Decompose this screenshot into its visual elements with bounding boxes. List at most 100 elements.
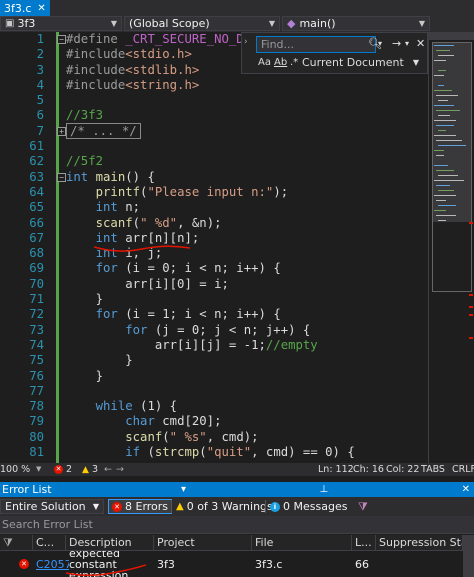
code-line[interactable]: int n; bbox=[66, 200, 428, 215]
errors-filter-button[interactable]: ✕ 8 Errors bbox=[108, 499, 173, 514]
code-line[interactable]: arr[i][j] = -1;//empty bbox=[66, 338, 428, 353]
column-header-description[interactable]: Description bbox=[66, 535, 154, 551]
error-list-scrollbar[interactable] bbox=[463, 535, 474, 577]
error-list-search-input[interactable]: Search Error List bbox=[0, 516, 474, 534]
error-icon: ✕ bbox=[19, 559, 29, 569]
errors-filter-label: 8 Errors bbox=[125, 500, 169, 513]
column-header-suppression[interactable]: Suppression Sta bbox=[376, 535, 463, 551]
code-line[interactable]: arr[i][0] = i; bbox=[66, 277, 428, 292]
chevron-down-icon[interactable]: ▾ bbox=[181, 484, 186, 495]
code-line[interactable]: #include<string.h> bbox=[66, 78, 428, 93]
scope-dropdown[interactable]: (Global Scope) ▼ bbox=[124, 16, 280, 31]
match-case-toggle[interactable]: Aa bbox=[258, 57, 271, 68]
column-header-line[interactable]: L... bbox=[352, 535, 376, 551]
clear-filter-button[interactable]: ⧩ bbox=[355, 499, 371, 514]
chevron-down-icon[interactable]: ▾ bbox=[378, 39, 382, 48]
warning-icon: ▲ bbox=[82, 465, 89, 475]
error-scope-dropdown[interactable]: Entire Solution ▼ bbox=[0, 499, 104, 514]
column-header-project[interactable]: Project bbox=[154, 535, 252, 551]
close-icon[interactable]: ✕ bbox=[416, 37, 425, 50]
zoom-level[interactable]: 100 % bbox=[0, 463, 30, 476]
line-number: 77 bbox=[29, 383, 44, 398]
project-dropdown[interactable]: ▣ 3f3 ▼ bbox=[0, 16, 122, 31]
code-line[interactable]: printf("Please input n:"); bbox=[66, 185, 428, 200]
code-line[interactable]: char cmd[20]; bbox=[66, 414, 428, 429]
code-line[interactable]: scanf(" %d", &n); bbox=[66, 216, 428, 231]
error-icon: ✕ bbox=[112, 501, 122, 512]
find-next-icon[interactable]: → bbox=[392, 37, 401, 50]
chevron-down-icon[interactable]: ▾ bbox=[405, 39, 409, 48]
function-dropdown-value: main() bbox=[299, 17, 336, 30]
code-line[interactable]: //5f2 bbox=[66, 154, 428, 169]
code-line[interactable]: for (i = 1; i < n; i++) { bbox=[66, 307, 428, 322]
code-line[interactable]: if (strcmp("quit", cmd) == 0) { bbox=[66, 445, 428, 460]
code-line[interactable]: for (i = 0; i < n; i++) { bbox=[66, 261, 428, 276]
column-header-file[interactable]: File bbox=[252, 535, 352, 551]
error-list-header: ⧩ C... Description Project File L... Sup… bbox=[0, 535, 474, 551]
line-number: 65 bbox=[29, 200, 44, 215]
nav-forward-icon[interactable]: → bbox=[116, 463, 124, 476]
vertical-scrollbar[interactable] bbox=[428, 32, 474, 463]
find-widget: › Find... 🔍︎ ▾ → ▾ ✕ Aa Ab .* Current Do… bbox=[241, 32, 428, 74]
chevron-down-icon: ▼ bbox=[268, 19, 275, 28]
code-line[interactable]: } bbox=[66, 369, 428, 384]
code-line[interactable]: } bbox=[66, 353, 428, 368]
line-number: 80 bbox=[29, 429, 44, 444]
warning-count-indicator[interactable]: ▲ 3 bbox=[82, 463, 98, 476]
indent-mode[interactable]: TABS bbox=[421, 463, 445, 476]
chevron-down-icon: ▼ bbox=[110, 19, 117, 28]
document-tab[interactable]: 3f3.c ✕ bbox=[0, 0, 50, 16]
find-scope-dropdown[interactable]: Current Document ▼ bbox=[302, 56, 419, 69]
code-line[interactable] bbox=[66, 139, 428, 154]
project-dropdown-value: 3f3 bbox=[17, 17, 36, 30]
collapse-toggle[interactable]: − bbox=[57, 173, 66, 182]
find-input-placeholder: Find... bbox=[261, 38, 295, 51]
regex-toggle[interactable]: .* bbox=[290, 57, 298, 68]
code-line[interactable]: int main() { bbox=[66, 170, 428, 185]
find-input[interactable]: Find... bbox=[256, 36, 376, 53]
line-number: 7 bbox=[36, 123, 44, 138]
line-number: 74 bbox=[29, 337, 44, 352]
error-marker bbox=[469, 337, 473, 339]
code-line[interactable] bbox=[66, 384, 428, 399]
nav-back-icon[interactable]: ← bbox=[104, 463, 112, 476]
column-header-code[interactable]: C... bbox=[33, 535, 66, 551]
function-dropdown[interactable]: ◆ main() ▼ bbox=[282, 16, 430, 31]
whole-word-toggle[interactable]: Ab bbox=[274, 57, 287, 68]
error-count-indicator[interactable]: ✕ 2 bbox=[54, 463, 72, 476]
pin-icon[interactable]: ⊥ bbox=[319, 484, 328, 495]
close-icon[interactable]: ✕ bbox=[462, 484, 470, 495]
chevron-down-icon[interactable]: ▼ bbox=[36, 463, 41, 476]
filter-icon: ⧩ bbox=[358, 499, 368, 513]
line-number: 68 bbox=[29, 246, 44, 261]
scrollbar-thumb[interactable] bbox=[432, 42, 472, 292]
scroll-up-button[interactable] bbox=[429, 32, 474, 40]
code-line[interactable]: //3f3 bbox=[66, 108, 428, 123]
collapse-toggle[interactable]: − bbox=[57, 35, 66, 44]
expand-toggle[interactable]: + bbox=[57, 127, 66, 136]
row-code-cell[interactable]: C2057 bbox=[33, 551, 69, 577]
line-number: 75 bbox=[29, 353, 44, 368]
close-icon[interactable]: ✕ bbox=[37, 3, 45, 14]
error-code-link[interactable]: C2057 bbox=[36, 558, 69, 571]
chevron-right-icon[interactable]: › bbox=[244, 37, 248, 47]
document-tab-strip: 3f3.c ✕ bbox=[0, 0, 474, 16]
code-line[interactable]: for (j = 0; j < n; j++) { bbox=[66, 323, 428, 338]
info-icon: i bbox=[270, 501, 280, 512]
error-count: 2 bbox=[66, 464, 73, 475]
code-line[interactable]: } bbox=[66, 292, 428, 307]
error-list-toolbar: Entire Solution ▼ ✕ 8 Errors ▲ 0 of 3 Wa… bbox=[0, 497, 474, 516]
code-editor[interactable]: 1 2 3 4 5 6 7 61 62 63 64 65 66 67 68 69 70 71 72 73 74 75 76 7… bbox=[0, 32, 428, 463]
warnings-filter-button[interactable]: ▲ 0 of 3 Warnings bbox=[173, 499, 276, 514]
line-number: 71 bbox=[29, 292, 44, 307]
chevron-down-icon: ▼ bbox=[412, 58, 419, 67]
code-line[interactable]: /* ... */ bbox=[66, 122, 428, 139]
line-ending[interactable]: CRLF bbox=[452, 463, 474, 476]
code-line[interactable]: while (1) { bbox=[66, 399, 428, 414]
column-header-filter[interactable]: ⧩ bbox=[0, 535, 33, 551]
messages-filter-button[interactable]: i 0 Messages bbox=[267, 499, 350, 514]
toolbar-separator bbox=[171, 500, 172, 513]
table-row[interactable]: ✕ C2057 expected constant expression 3f3… bbox=[0, 551, 474, 577]
code-line[interactable] bbox=[66, 93, 428, 108]
code-line[interactable]: scanf(" %s", cmd); bbox=[66, 430, 428, 445]
